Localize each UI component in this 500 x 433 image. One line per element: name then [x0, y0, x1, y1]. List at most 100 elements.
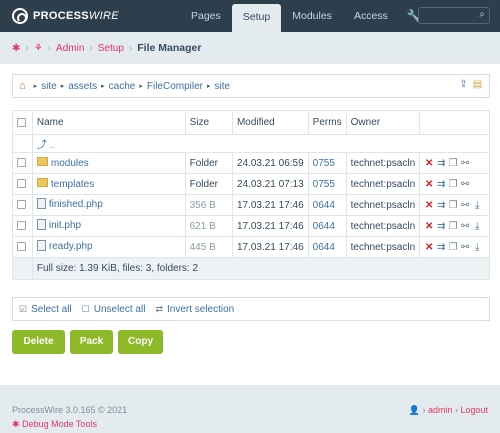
search-input[interactable]: ⌕: [418, 7, 490, 24]
copy-button[interactable]: Copy: [118, 330, 163, 354]
link-icon[interactable]: ⚯: [459, 200, 471, 211]
path-arrow-icon: ▸: [101, 83, 105, 90]
file-perms[interactable]: 0644: [307, 194, 347, 216]
parent-dir-icon: ⤴: [36, 140, 47, 151]
column-owner[interactable]: Owner: [345, 110, 421, 135]
file-modified: 17.03.21 17:46: [231, 215, 309, 237]
nav-pages[interactable]: Pages: [180, 0, 232, 32]
parent-dir-row[interactable]: ⤴ ..: [12, 134, 491, 153]
path-segment[interactable]: site: [41, 81, 57, 92]
row-checkbox[interactable]: [17, 158, 26, 168]
pack-button[interactable]: Pack: [70, 330, 113, 354]
select-all-link[interactable]: ☑ Select all: [19, 304, 72, 315]
table-row: finished.php 356 B 17.03.21 17:46 0644 t…: [12, 194, 490, 216]
move-icon[interactable]: ⇉: [435, 200, 447, 211]
download-icon[interactable]: ⤓: [471, 242, 483, 253]
column-name[interactable]: Name: [31, 110, 186, 135]
file-name[interactable]: modules: [51, 158, 89, 169]
copy-icon[interactable]: ❐: [447, 221, 459, 232]
copy-icon[interactable]: ❐: [447, 242, 459, 253]
table-summary: Full size: 1.39 KiB, files: 3, folders: …: [31, 257, 491, 280]
invert-icon: ⇄: [155, 303, 163, 314]
move-icon[interactable]: ⇉: [435, 158, 447, 169]
file-size: Folder: [184, 152, 233, 174]
file-name[interactable]: ready.php: [49, 242, 93, 253]
nav-setup[interactable]: Setup: [231, 4, 282, 32]
breadcrumb-setup[interactable]: Setup: [98, 43, 124, 54]
row-checkbox[interactable]: [17, 200, 26, 210]
user-icon: 👤: [408, 405, 420, 415]
delete-icon[interactable]: ✕: [423, 221, 435, 232]
file-name[interactable]: templates: [51, 179, 94, 190]
nav-access[interactable]: Access: [343, 0, 399, 32]
select-all-checkbox[interactable]: [17, 117, 26, 127]
row-checkbox[interactable]: [17, 179, 26, 189]
copy-icon[interactable]: ❐: [447, 158, 459, 169]
folder-icon: [36, 178, 48, 188]
copy-icon[interactable]: ❐: [447, 179, 459, 190]
column-size[interactable]: Size: [184, 110, 233, 135]
processwire-logo[interactable]: PROCESSWIRE: [12, 8, 119, 24]
unselect-all-label: Unselect all: [93, 303, 146, 315]
file-perms[interactable]: 0644: [307, 236, 347, 258]
bug-icon[interactable]: ✱: [12, 43, 20, 54]
invert-selection-link[interactable]: ⇄ Invert selection: [155, 304, 234, 315]
move-icon[interactable]: ⇉: [435, 242, 447, 253]
row-checkbox[interactable]: [17, 221, 26, 231]
user-link[interactable]: admin: [428, 405, 453, 415]
upload-icon[interactable]: ⇪: [458, 79, 469, 91]
link-icon[interactable]: ⚯: [459, 179, 471, 190]
delete-icon[interactable]: ✕: [423, 200, 435, 211]
column-perms[interactable]: Perms: [307, 110, 347, 135]
file-owner: technet:psacln: [345, 152, 421, 174]
path-bar: ⌂ ▸ site ▸ assets ▸ cache ▸ FileCompiler…: [12, 74, 490, 98]
search-icon: ⌕: [479, 9, 485, 20]
debug-mode-label: Debug Mode Tools: [22, 419, 97, 429]
debug-mode-tools[interactable]: ✱ Debug Mode Tools: [12, 419, 97, 430]
download-icon[interactable]: ⤓: [471, 200, 483, 211]
path-segment[interactable]: site: [215, 81, 231, 92]
path-segment[interactable]: assets: [68, 81, 97, 92]
main-panel: ⌂ ▸ site ▸ assets ▸ cache ▸ FileCompiler…: [0, 64, 500, 385]
home-icon[interactable]: ⌂: [19, 80, 26, 92]
path-arrow-icon: ▸: [207, 83, 211, 90]
file-modified: 24.03.21 07:13: [231, 173, 309, 195]
delete-icon[interactable]: ✕: [423, 242, 435, 253]
file-owner: technet:psacln: [345, 215, 421, 237]
unselect-all-link[interactable]: ☐ Unselect all: [82, 304, 146, 315]
delete-icon[interactable]: ✕: [423, 158, 435, 169]
row-checkbox[interactable]: [17, 242, 26, 252]
link-icon[interactable]: ⚯: [459, 221, 471, 232]
folder-icon: [36, 157, 48, 167]
move-icon[interactable]: ⇉: [435, 179, 447, 190]
select-all-label: Select all: [31, 303, 72, 315]
nav-modules[interactable]: Modules: [281, 0, 343, 32]
link-icon[interactable]: ⚯: [459, 242, 471, 253]
column-modified[interactable]: Modified: [231, 110, 309, 135]
bug-icon: ✱: [12, 419, 20, 429]
file-name[interactable]: finished.php: [49, 200, 103, 211]
breadcrumb-admin[interactable]: Admin: [56, 43, 84, 54]
logo-text: PROCESSWIRE: [33, 10, 119, 22]
breadcrumb-separator: ›: [25, 42, 29, 54]
path-arrow-icon: ▸: [33, 83, 38, 90]
table-summary-row: Full size: 1.39 KiB, files: 3, folders: …: [12, 257, 491, 280]
path-segment[interactable]: cache: [109, 81, 136, 92]
file-perms[interactable]: 0755: [307, 152, 347, 174]
logout-link[interactable]: Logout: [460, 405, 488, 415]
new-folder-icon[interactable]: ▤: [472, 79, 483, 91]
delete-icon[interactable]: ✕: [423, 179, 435, 190]
move-icon[interactable]: ⇉: [435, 221, 447, 232]
selection-bar: ☑ Select all ☐ Unselect all ⇄ Invert select…: [12, 297, 490, 321]
file-name[interactable]: init.php: [49, 221, 81, 232]
sitemap-icon[interactable]: ⚘: [34, 43, 43, 54]
copy-icon[interactable]: ❐: [447, 200, 459, 211]
file-perms[interactable]: 0755: [307, 173, 347, 195]
path-segment[interactable]: FileCompiler: [147, 81, 203, 92]
delete-button[interactable]: Delete: [12, 330, 65, 354]
action-buttons: Delete Pack Copy: [12, 330, 163, 354]
checked-box-icon: ☑: [19, 303, 28, 314]
download-icon[interactable]: ⤓: [471, 221, 483, 232]
file-perms[interactable]: 0644: [307, 215, 347, 237]
link-icon[interactable]: ⚯: [459, 158, 471, 169]
